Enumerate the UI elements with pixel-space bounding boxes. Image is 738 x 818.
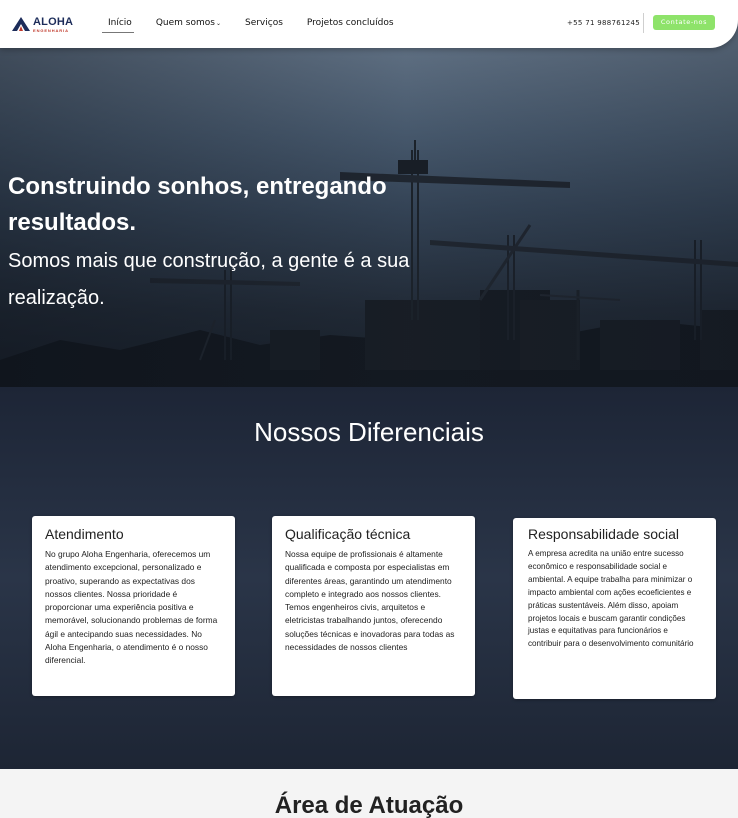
nav-item-inicio[interactable]: Início bbox=[102, 17, 134, 33]
header-divider bbox=[643, 13, 644, 33]
card-text: No grupo Aloha Engenharia, oferecemos um… bbox=[45, 549, 218, 666]
card-title: Responsabilidade social bbox=[528, 526, 679, 542]
nav-item-servicos[interactable]: Serviços bbox=[245, 17, 283, 30]
brand-name: ALOHA bbox=[33, 16, 74, 28]
differentials-section: Nossos Diferenciais Atendimento No grupo… bbox=[0, 387, 738, 769]
nav-item-quem-somos[interactable]: Quem somos⌄ bbox=[156, 17, 221, 30]
differentials-title-strong: Diferenciais bbox=[348, 417, 484, 447]
card-title: Qualificação técnica bbox=[285, 526, 411, 542]
nav-item-label: Quem somos bbox=[155, 18, 215, 28]
card-atendimento: Atendimento No grupo Aloha Engenharia, o… bbox=[32, 516, 235, 696]
brand-subtitle: ENGENHARIA bbox=[33, 28, 69, 33]
hero-subtitle: Somos mais que construção, a gente é a s… bbox=[8, 250, 410, 309]
card-text: A empresa acredita na união entre sucess… bbox=[528, 549, 694, 649]
area-title: Área de Atuação bbox=[274, 792, 464, 818]
contact-button[interactable]: Contate-nos bbox=[653, 15, 715, 30]
card-title: Atendimento bbox=[45, 526, 124, 542]
brand-logo[interactable]: ALOHA ENGENHARIA bbox=[12, 17, 73, 33]
card-qualificacao: Qualificação técnica Nossa equipe de pro… bbox=[272, 516, 475, 696]
card-text: Nossa equipe de profissionais é altament… bbox=[285, 549, 455, 653]
card-responsabilidade: Responsabilidade social A empresa acredi… bbox=[513, 518, 716, 699]
hero-section: Construindo sonhos, entregando resultado… bbox=[0, 0, 738, 387]
hero-title: Construindo sonhos, entregando resultado… bbox=[8, 173, 387, 236]
main-nav: Início Quem somos⌄ Serviços Projetos con… bbox=[102, 17, 418, 33]
nav-item-projetos[interactable]: Projetos concluídos bbox=[307, 17, 394, 30]
phone-number[interactable]: +55 71 988761245 bbox=[567, 19, 640, 27]
differentials-title: Nossos Diferenciais bbox=[0, 417, 738, 448]
differentials-title-light: Nossos bbox=[254, 417, 349, 447]
triangle-a-logo-icon bbox=[12, 17, 30, 31]
site-header: ALOHA ENGENHARIA Início Quem somos⌄ Serv… bbox=[0, 0, 738, 48]
chevron-down-icon: ⌄ bbox=[215, 20, 221, 27]
